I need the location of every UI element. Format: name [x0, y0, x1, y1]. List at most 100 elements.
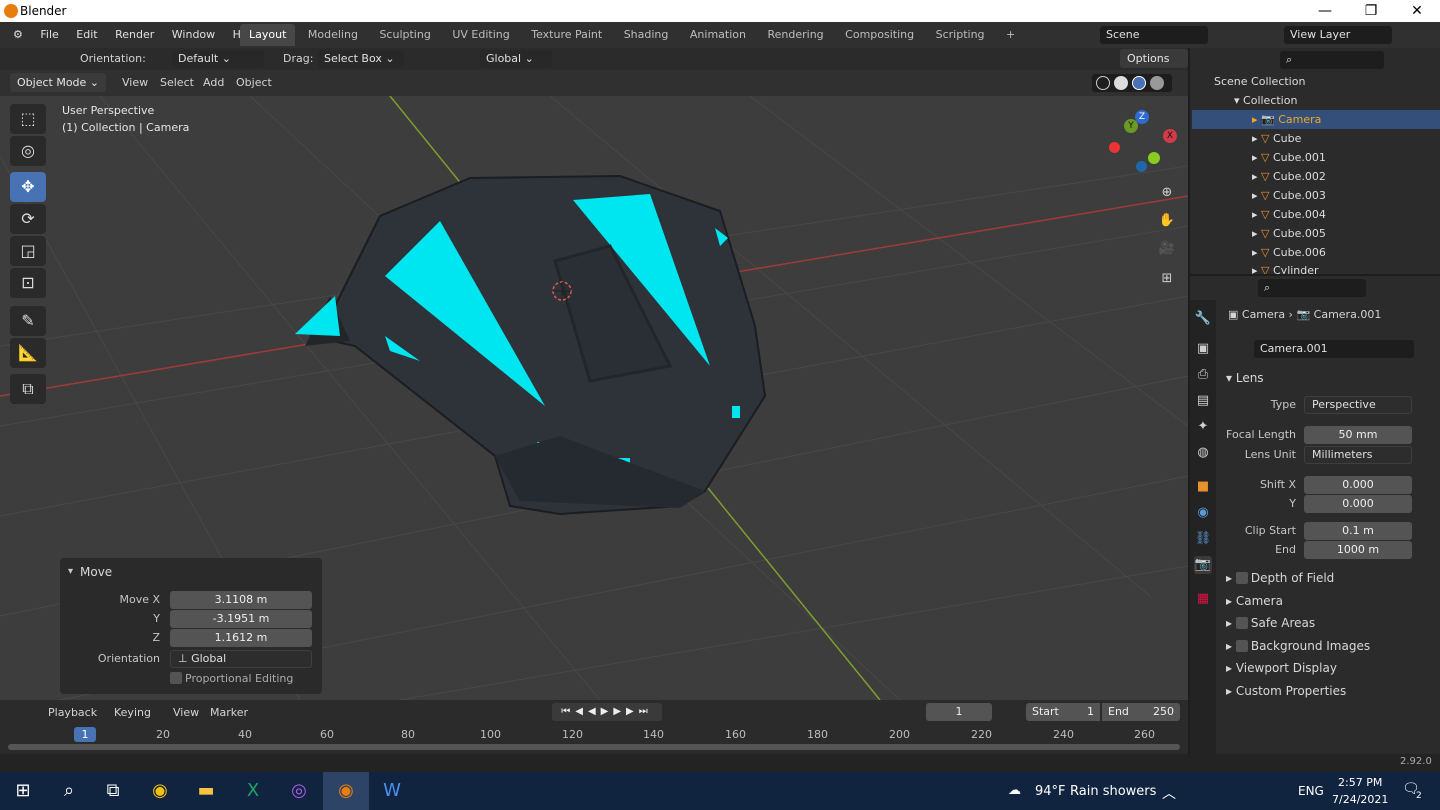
clip-start-field[interactable]: 0.1 m — [1304, 522, 1412, 540]
camera-type-dropdown[interactable]: Perspective — [1304, 396, 1412, 414]
lens-section-header[interactable]: ▾ Lens — [1226, 371, 1264, 385]
scene-tab-icon[interactable]: ✦ — [1194, 418, 1212, 436]
tab-compositing[interactable]: Compositing — [836, 24, 923, 46]
move-tool-icon[interactable]: ✥ — [10, 172, 46, 202]
gizmo-y[interactable]: Y — [1124, 119, 1138, 133]
timeline-marker-menu[interactable]: Marker — [210, 706, 248, 719]
viewport-menu-select[interactable]: Select — [160, 76, 194, 89]
3d-viewport[interactable]: User Perspective (1) Collection | Camera… — [0, 96, 1188, 700]
annotate-tool-icon[interactable]: ✎ — [10, 306, 46, 336]
transform-orientation-dropdown[interactable]: Global ⌄ — [480, 50, 552, 68]
menu-window[interactable]: Window — [165, 22, 222, 48]
gizmo-x[interactable]: X — [1163, 129, 1177, 143]
depth-of-field-section[interactable]: ▸ Depth of Field — [1226, 571, 1334, 585]
clock-date[interactable]: 7/24/2021 — [1332, 793, 1388, 806]
podcast-app-icon[interactable]: ◎ — [276, 772, 322, 810]
zoom-icon[interactable]: ⊕ — [1158, 184, 1176, 202]
windows-start-icon[interactable]: ⊞ — [0, 772, 46, 810]
chrome-icon[interactable]: ◉ — [137, 772, 183, 810]
menu-edit[interactable]: Edit — [69, 22, 104, 48]
viewport-menu-add[interactable]: Add — [203, 76, 224, 89]
view-layer-selector[interactable]: View Layer — [1284, 26, 1392, 44]
camera-view-icon[interactable]: 🎥 — [1158, 240, 1176, 258]
timeline-playback-menu[interactable]: Playback — [48, 706, 97, 719]
move-panel-title[interactable]: Move — [80, 565, 112, 579]
outliner-item-cube-001[interactable]: ▸ ▽ Cube.001 — [1192, 148, 1440, 167]
playhead[interactable]: 1 — [74, 727, 96, 742]
start-frame-field[interactable]: Start 1 — [1026, 703, 1100, 721]
viewport-menu-view[interactable]: View — [122, 76, 148, 89]
tab-animation[interactable]: Animation — [681, 24, 755, 46]
custom-properties-section[interactable]: ▸ Custom Properties — [1226, 684, 1346, 698]
current-frame-field[interactable]: 1 — [926, 703, 992, 721]
word-icon[interactable]: W — [369, 772, 415, 810]
tool-tab-icon[interactable]: 🔧 — [1194, 310, 1212, 328]
timeline-keying-menu[interactable]: Keying — [114, 706, 151, 719]
move-y-field[interactable]: -3.1951 m — [170, 610, 312, 628]
file-explorer-icon[interactable]: ▬ — [183, 772, 229, 810]
end-frame-field[interactable]: End 250 — [1102, 703, 1180, 721]
outliner-item-cube-006[interactable]: ▸ ▽ Cube.006 — [1192, 243, 1440, 262]
navigation-gizmo[interactable]: Z Y X — [1108, 106, 1178, 176]
pan-hand-icon[interactable]: ✋ — [1158, 212, 1176, 230]
minimize-button[interactable]: — — [1302, 0, 1348, 22]
camera-data-tab-icon[interactable]: 📷 — [1194, 556, 1212, 574]
tray-chevron-icon[interactable]: ︿ — [1162, 783, 1176, 803]
outliner-collection[interactable]: ▾ Collection — [1192, 91, 1440, 110]
texture-tab-icon[interactable]: ▦ — [1194, 590, 1212, 608]
outliner-item-cube-002[interactable]: ▸ ▽ Cube.002 — [1192, 167, 1440, 186]
maximize-button[interactable]: ❐ — [1348, 0, 1394, 22]
background-images-section[interactable]: ▸ Background Images — [1226, 639, 1370, 653]
weather-text[interactable]: Rain showers — [1070, 784, 1156, 799]
task-view-icon[interactable]: ⧉ — [90, 772, 136, 810]
camera-section[interactable]: ▸ Camera — [1226, 594, 1283, 608]
tab-scripting[interactable]: Scripting — [927, 24, 994, 46]
lens-unit-dropdown[interactable]: Millimeters — [1304, 446, 1412, 464]
transform-tool-icon[interactable]: ⊡ — [10, 268, 46, 298]
options-button[interactable]: Options ⌄ — [1120, 49, 1188, 84]
tab-uv-editing[interactable]: UV Editing — [443, 24, 518, 46]
output-tab-icon[interactable]: ⎙ — [1194, 366, 1212, 384]
world-tab-icon[interactable]: ◍ — [1194, 444, 1212, 462]
language-indicator[interactable]: ENG — [1298, 784, 1324, 798]
weather-icon[interactable]: ☁ — [1008, 783, 1021, 798]
tab-layout[interactable]: Layout — [240, 24, 296, 46]
outliner-scene-collection[interactable]: Scene Collection — [1192, 72, 1440, 91]
mode-dropdown[interactable]: Object Mode ⌄ — [10, 73, 107, 92]
outliner-item-cylinder[interactable]: ▸ ▽ Cylinder — [1192, 261, 1440, 274]
drag-dropdown[interactable]: Select Box ⌄ — [318, 50, 404, 68]
clip-end-field[interactable]: 1000 m — [1304, 541, 1412, 559]
proportional-editing-checkbox[interactable]: Proportional Editing — [170, 672, 293, 685]
tab-texture-paint[interactable]: Texture Paint — [522, 24, 611, 46]
orientation-dropdown[interactable]: ⊥ Global — [170, 650, 312, 668]
weather-temp[interactable]: 94°F — [1035, 784, 1066, 799]
properties-search[interactable]: ⌕ — [1258, 279, 1366, 297]
menu-render[interactable]: Render — [108, 22, 161, 48]
excel-icon[interactable]: X — [230, 772, 276, 810]
tab-rendering[interactable]: Rendering — [758, 24, 832, 46]
add-cube-tool-icon[interactable]: ⧉ — [10, 374, 46, 404]
outliner-item-cube-005[interactable]: ▸ ▽ Cube.005 — [1192, 224, 1440, 243]
tab-modeling[interactable]: Modeling — [299, 24, 367, 46]
viewport-menu-object[interactable]: Object — [236, 76, 272, 89]
focal-length-field[interactable]: 50 mm — [1304, 426, 1412, 444]
outliner-item-cube[interactable]: ▸ ▽ Cube — [1192, 129, 1440, 148]
scene-selector[interactable]: Scene — [1100, 26, 1208, 44]
outliner-item-cube-003[interactable]: ▸ ▽ Cube.003 — [1192, 186, 1440, 205]
constraints-tab-icon[interactable]: ⛓ — [1194, 530, 1212, 548]
menu-file[interactable]: File — [33, 22, 65, 48]
shift-y-field[interactable]: 0.000 — [1304, 495, 1412, 513]
timeline-scrollbar[interactable] — [8, 744, 1180, 750]
playback-controls[interactable]: ⏮◀◀▶▶▶⏭ — [552, 703, 662, 721]
render-tab-icon[interactable]: ▣ — [1194, 340, 1212, 358]
blender-taskbar-icon[interactable]: ◉ — [323, 772, 369, 810]
rotate-tool-icon[interactable]: ⟳ — [10, 204, 46, 234]
outliner-item-cube-004[interactable]: ▸ ▽ Cube.004 — [1192, 205, 1440, 224]
blender-menu-icon[interactable]: ⚙ — [6, 22, 30, 48]
measure-tool-icon[interactable]: 📐 — [10, 338, 46, 368]
move-x-field[interactable]: 3.1108 m — [170, 591, 312, 609]
outliner-item-camera[interactable]: ▸ 📷 Camera — [1192, 110, 1440, 129]
shading-modes[interactable] — [1092, 74, 1172, 92]
ortho-grid-icon[interactable]: ⊞ — [1158, 270, 1176, 288]
outliner-search[interactable]: ⌕ — [1280, 51, 1384, 69]
